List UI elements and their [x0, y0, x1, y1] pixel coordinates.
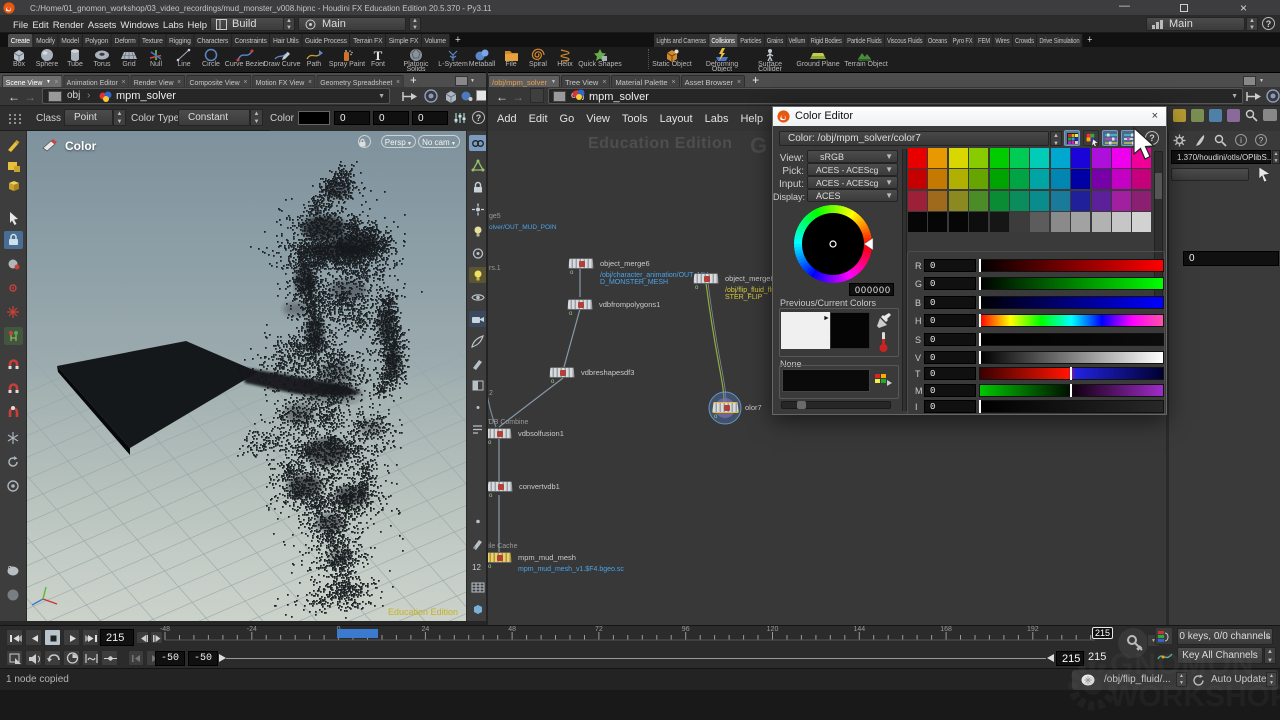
svg-text:120: 120 [767, 626, 779, 633]
svg-text:192: 192 [1027, 626, 1039, 633]
svg-text:-48: -48 [160, 626, 170, 633]
svg-text:T: T [374, 48, 383, 62]
svg-text:144: 144 [853, 626, 865, 633]
svg-text:48: 48 [508, 626, 516, 633]
svg-text:-24: -24 [247, 626, 257, 633]
svg-text:168: 168 [940, 626, 952, 633]
svg-text:96: 96 [682, 626, 690, 633]
svg-text:24: 24 [422, 626, 430, 633]
svg-text:72: 72 [595, 626, 603, 633]
